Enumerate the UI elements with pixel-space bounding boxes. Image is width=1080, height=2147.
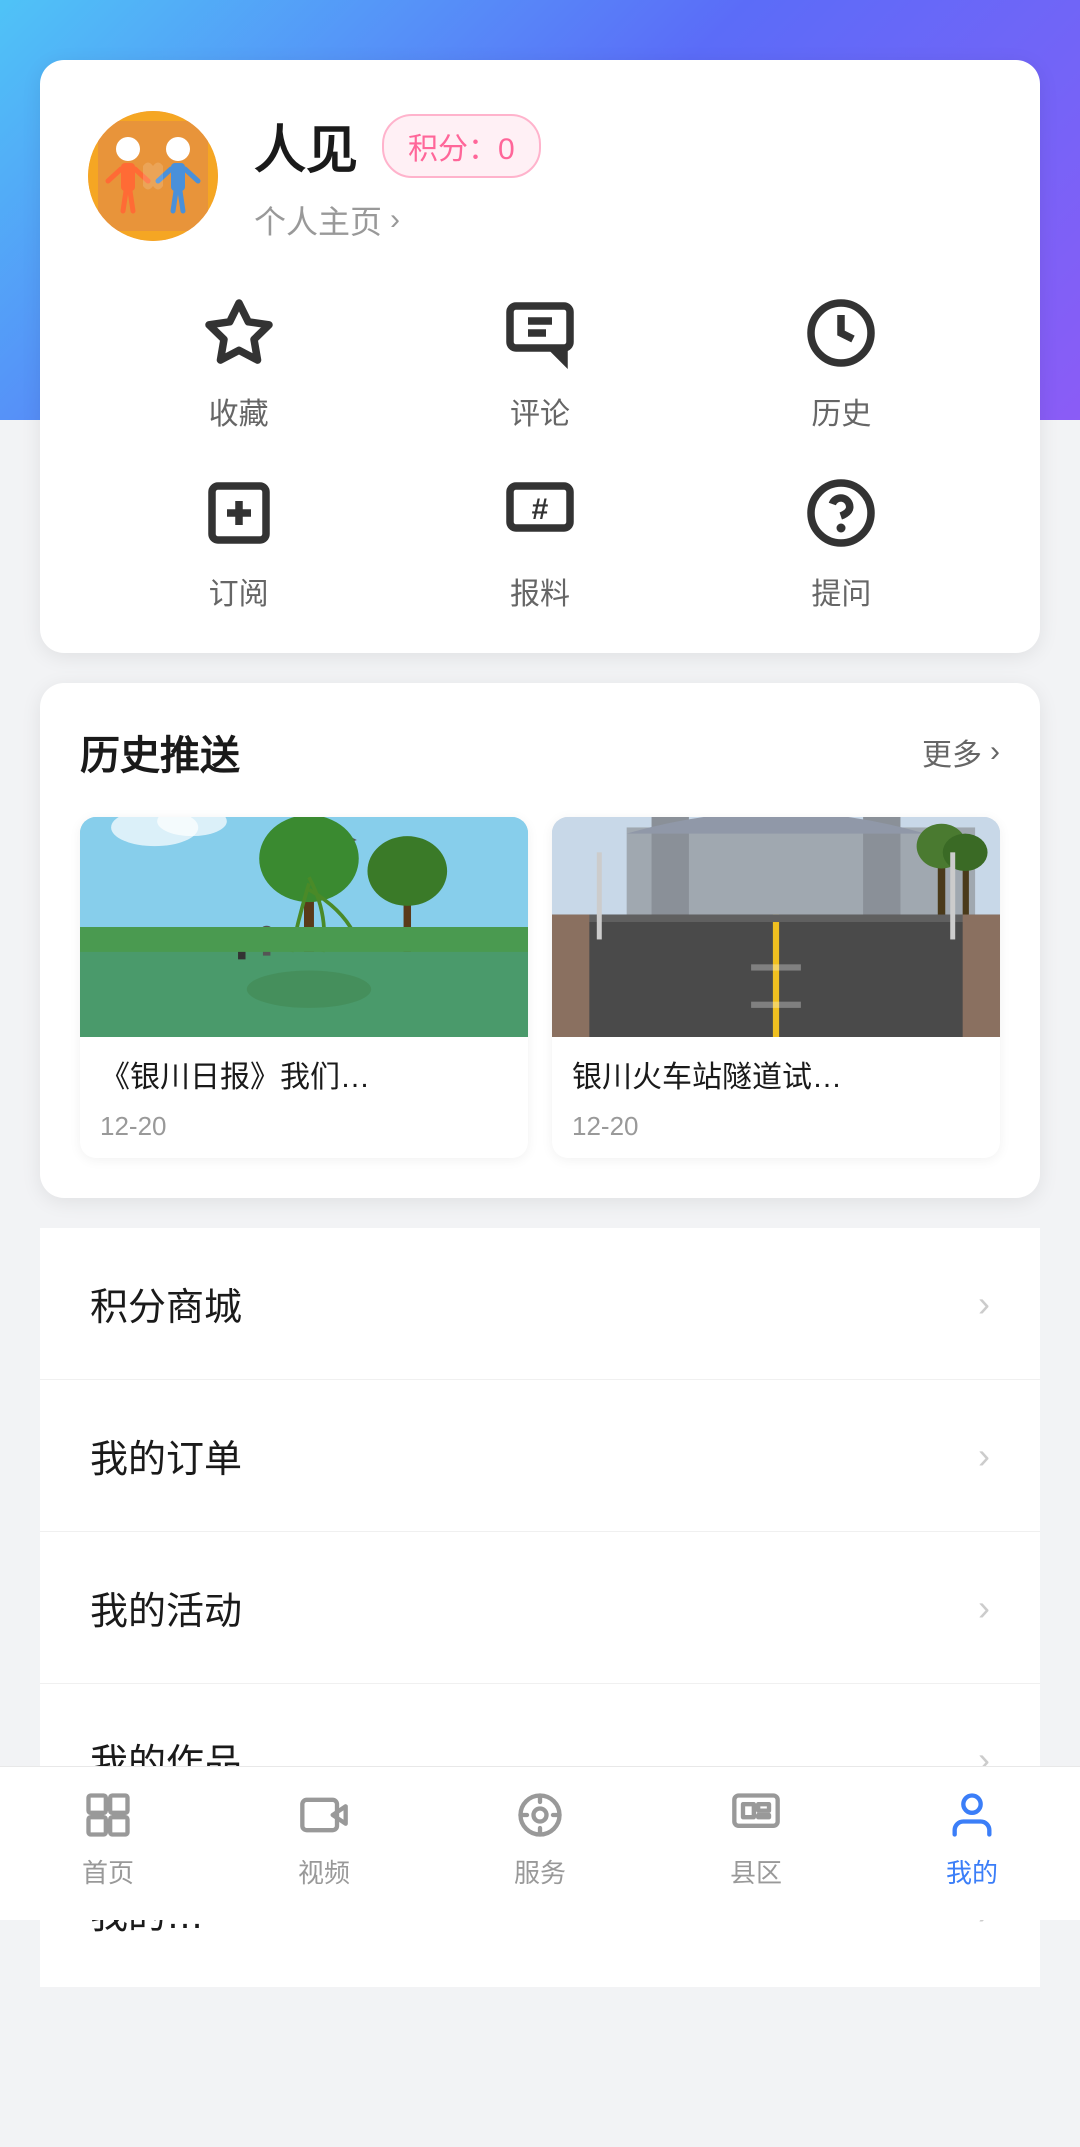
points-mall-item[interactable]: 积分商城 › [40, 1228, 1040, 1380]
points-mall-label: 积分商城 [90, 1276, 242, 1331]
news-item-2[interactable]: 银川火车站隧道试… 12-20 [552, 817, 1000, 1158]
section-header: 历史推送 更多 › [80, 723, 1000, 781]
news-title-2: 银川火车站隧道试… [572, 1057, 980, 1099]
my-activities-label: 我的活动 [90, 1580, 242, 1635]
profile-link[interactable]: 个人主页 › [254, 197, 992, 243]
service-icon [512, 1787, 568, 1843]
my-activities-arrow-icon: › [978, 1587, 990, 1629]
question-icon [801, 473, 881, 553]
home-nav-label: 首页 [82, 1853, 134, 1890]
nav-service[interactable]: 服务 [460, 1787, 620, 1890]
nav-video[interactable]: 视频 [244, 1787, 404, 1890]
county-nav-label: 县区 [730, 1853, 782, 1890]
history-action[interactable]: 历史 [691, 293, 992, 433]
bottom-navigation: 首页 视频 服务 [0, 1766, 1080, 1920]
comments-action[interactable]: 评论 [389, 293, 690, 433]
news-content-2: 银川火车站隧道试… 12-20 [552, 1037, 1000, 1158]
my-orders-item[interactable]: 我的订单 › [40, 1380, 1040, 1532]
profile-card: 人见 积分：0 个人主页 › 收藏 [40, 60, 1040, 653]
points-mall-arrow-icon: › [978, 1283, 990, 1325]
home-icon [80, 1787, 136, 1843]
history-push-title: 历史推送 [80, 723, 240, 781]
news-date-1: 12-20 [100, 1111, 508, 1142]
comment-icon [500, 293, 580, 373]
history-push-card: 历史推送 更多 › [40, 683, 1040, 1198]
chevron-right-icon: › [390, 203, 400, 237]
video-nav-label: 视频 [298, 1853, 350, 1890]
report-label: 报料 [510, 569, 570, 613]
news-content-1: 《银川日报》我们… 12-20 [80, 1037, 528, 1158]
star-icon [199, 293, 279, 373]
report-action[interactable]: # 报料 [389, 473, 690, 613]
favorites-action[interactable]: 收藏 [88, 293, 389, 433]
county-icon [728, 1787, 784, 1843]
clock-icon [801, 293, 881, 373]
comments-label: 评论 [510, 389, 570, 433]
question-label: 提问 [811, 569, 871, 613]
profile-header: 人见 积分：0 个人主页 › [88, 108, 992, 243]
svg-text:#: # [532, 493, 549, 526]
mine-icon [944, 1787, 1000, 1843]
mine-nav-label: 我的 [946, 1853, 998, 1890]
subscribe-label: 订阅 [209, 569, 269, 613]
my-activities-item[interactable]: 我的活动 › [40, 1532, 1040, 1684]
profile-info: 人见 积分：0 个人主页 › [254, 108, 992, 243]
service-nav-label: 服务 [514, 1853, 566, 1890]
news-image-road [552, 817, 1000, 1037]
subscribe-action[interactable]: 订阅 [88, 473, 389, 613]
favorites-label: 收藏 [209, 389, 269, 433]
profile-name: 人见 [254, 108, 358, 183]
video-icon [296, 1787, 352, 1843]
news-date-2: 12-20 [572, 1111, 980, 1142]
actions-grid: 收藏 评论 历史 订阅 [88, 293, 992, 613]
history-label: 历史 [811, 389, 871, 433]
subscribe-icon [199, 473, 279, 553]
news-item-1[interactable]: 《银川日报》我们… 12-20 [80, 817, 528, 1158]
news-title-1: 《银川日报》我们… [100, 1057, 508, 1099]
nav-county[interactable]: 县区 [676, 1787, 836, 1890]
hashtag-icon: # [500, 473, 580, 553]
question-action[interactable]: 提问 [691, 473, 992, 613]
avatar[interactable] [88, 111, 218, 241]
more-link[interactable]: 更多 › [922, 730, 1000, 774]
nav-mine[interactable]: 我的 [892, 1787, 1052, 1890]
points-badge: 积分：0 [382, 114, 541, 178]
news-image-lake [80, 817, 528, 1037]
my-orders-label: 我的订单 [90, 1428, 242, 1483]
nav-home[interactable]: 首页 [28, 1787, 188, 1890]
my-orders-arrow-icon: › [978, 1435, 990, 1477]
news-grid: 《银川日报》我们… 12-20 [80, 817, 1000, 1158]
more-arrow-icon: › [990, 735, 1000, 769]
